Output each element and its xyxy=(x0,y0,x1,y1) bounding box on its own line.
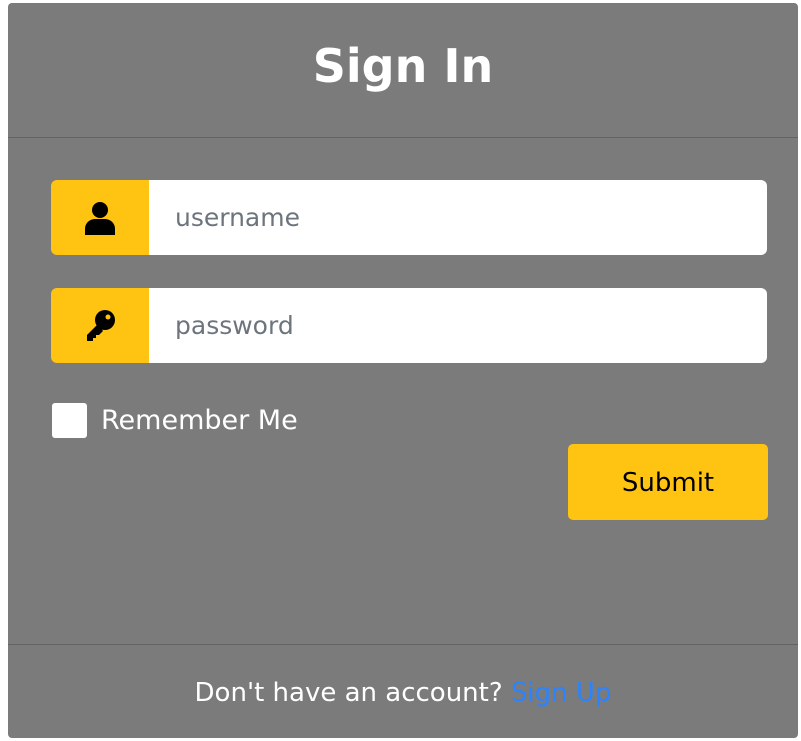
password-input[interactable] xyxy=(149,288,767,363)
key-icon xyxy=(51,288,149,363)
signup-prompt-text: Don't have an account? xyxy=(194,678,503,708)
signup-prompt: Don't have an account? Sign Up xyxy=(8,675,798,711)
login-card: Sign In Remember Me Submit Don't have an… xyxy=(8,3,798,738)
page-title: Sign In xyxy=(312,39,494,93)
remember-me-checkbox[interactable] xyxy=(52,403,87,438)
username-input-group xyxy=(51,180,767,255)
remember-me-label: Remember Me xyxy=(101,405,298,436)
username-input[interactable] xyxy=(149,180,767,255)
submit-button[interactable]: Submit xyxy=(568,444,768,520)
user-icon xyxy=(51,180,149,255)
card-footer: Don't have an account? Sign Up xyxy=(8,644,798,738)
signup-link[interactable]: Sign Up xyxy=(511,678,612,708)
remember-me[interactable]: Remember Me xyxy=(52,403,298,438)
card-header: Sign In xyxy=(8,3,798,138)
password-input-group xyxy=(51,288,767,363)
